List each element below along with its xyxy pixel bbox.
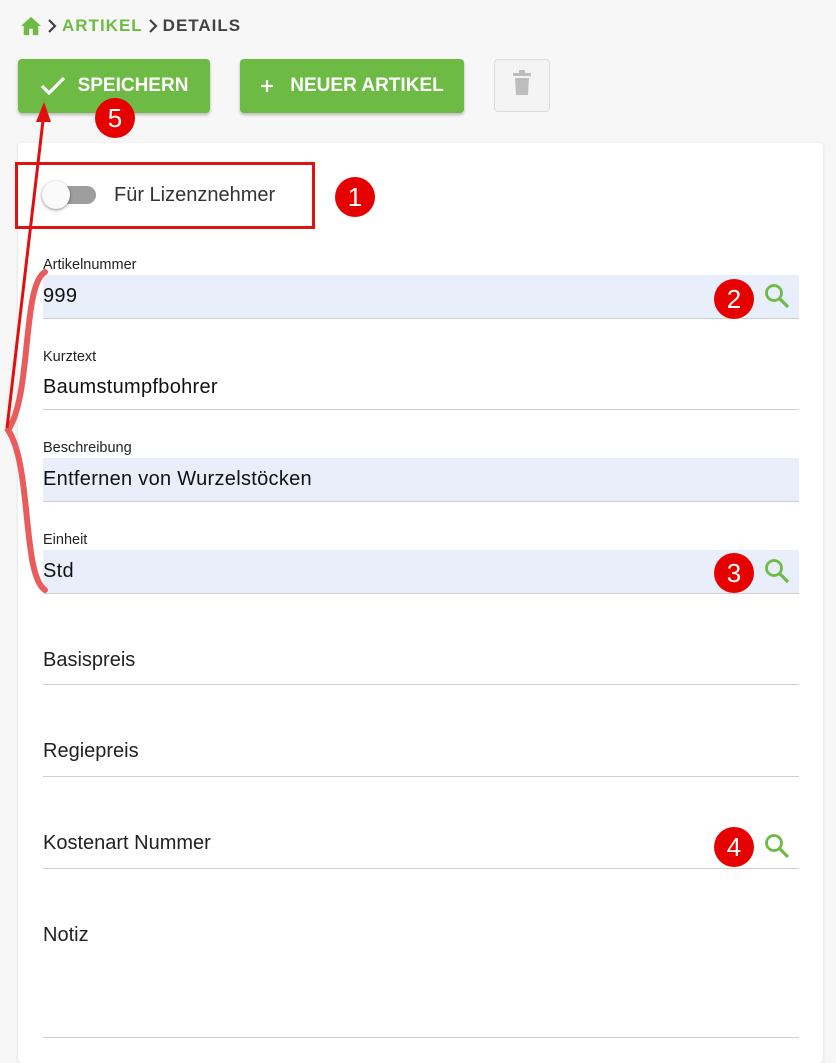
article-detail-card: Für Lizenznehmer Artikelnummer 999 Kurzt…: [18, 143, 823, 1063]
beschreibung-input[interactable]: Entfernen von Wurzelstöcken: [43, 458, 799, 501]
einheit-label: Einheit: [43, 532, 88, 548]
kurztext-input[interactable]: Baumstumpfbohrer: [43, 366, 799, 409]
annotation-marker-2: 2: [714, 279, 754, 319]
chevron-right-icon: [143, 19, 163, 33]
kostenart-search-icon[interactable]: [763, 832, 791, 860]
check-icon: [40, 76, 66, 96]
notiz-field[interactable]: Notiz: [43, 899, 799, 1038]
notiz-label: Notiz: [43, 924, 89, 946]
kostenart-nummer-field[interactable]: Kostenart Nummer: [43, 807, 799, 869]
chevron-right-icon: [42, 19, 62, 33]
beschreibung-field: Beschreibung Entfernen von Wurzelstöcken: [43, 440, 799, 502]
regiepreis-label: Regiepreis: [43, 740, 139, 762]
kurztext-label: Kurztext: [43, 349, 97, 365]
annotation-marker-4: 4: [714, 827, 754, 867]
kostenart-nummer-label: Kostenart Nummer: [43, 832, 211, 854]
breadcrumb: ARTIKEL DETAILS: [20, 14, 241, 38]
plus-icon: [260, 79, 274, 93]
breadcrumb-details: DETAILS: [162, 16, 242, 35]
regiepreis-field[interactable]: Regiepreis: [43, 715, 799, 777]
delete-button[interactable]: [494, 59, 550, 112]
artikelnummer-search-icon[interactable]: [763, 282, 791, 310]
beschreibung-label: Beschreibung: [43, 440, 132, 456]
annotation-highlight-box: [15, 162, 315, 229]
artikelnummer-input[interactable]: 999: [43, 275, 799, 318]
breadcrumb-artikel[interactable]: ARTIKEL: [62, 16, 143, 36]
basispreis-label: Basispreis: [43, 649, 136, 671]
new-article-button[interactable]: NEUER ARTIKEL: [240, 59, 464, 113]
artikelnummer-label: Artikelnummer: [43, 257, 137, 273]
basispreis-field[interactable]: Basispreis: [43, 623, 799, 685]
trash-icon: [512, 70, 532, 101]
kurztext-field: Kurztext Baumstumpfbohrer: [43, 349, 799, 410]
home-icon[interactable]: [20, 16, 42, 36]
annotation-marker-5: 5: [95, 98, 135, 138]
annotation-marker-1: 1: [335, 177, 375, 217]
annotation-marker-3: 3: [714, 553, 754, 593]
einheit-input[interactable]: Std: [43, 550, 799, 593]
new-article-button-label: NEUER ARTIKEL: [290, 75, 444, 96]
save-button-label: SPEICHERN: [77, 75, 189, 96]
einheit-search-icon[interactable]: [763, 557, 791, 585]
artikelnummer-field: Artikelnummer 999: [43, 257, 799, 319]
einheit-field: Einheit Std: [43, 532, 799, 594]
